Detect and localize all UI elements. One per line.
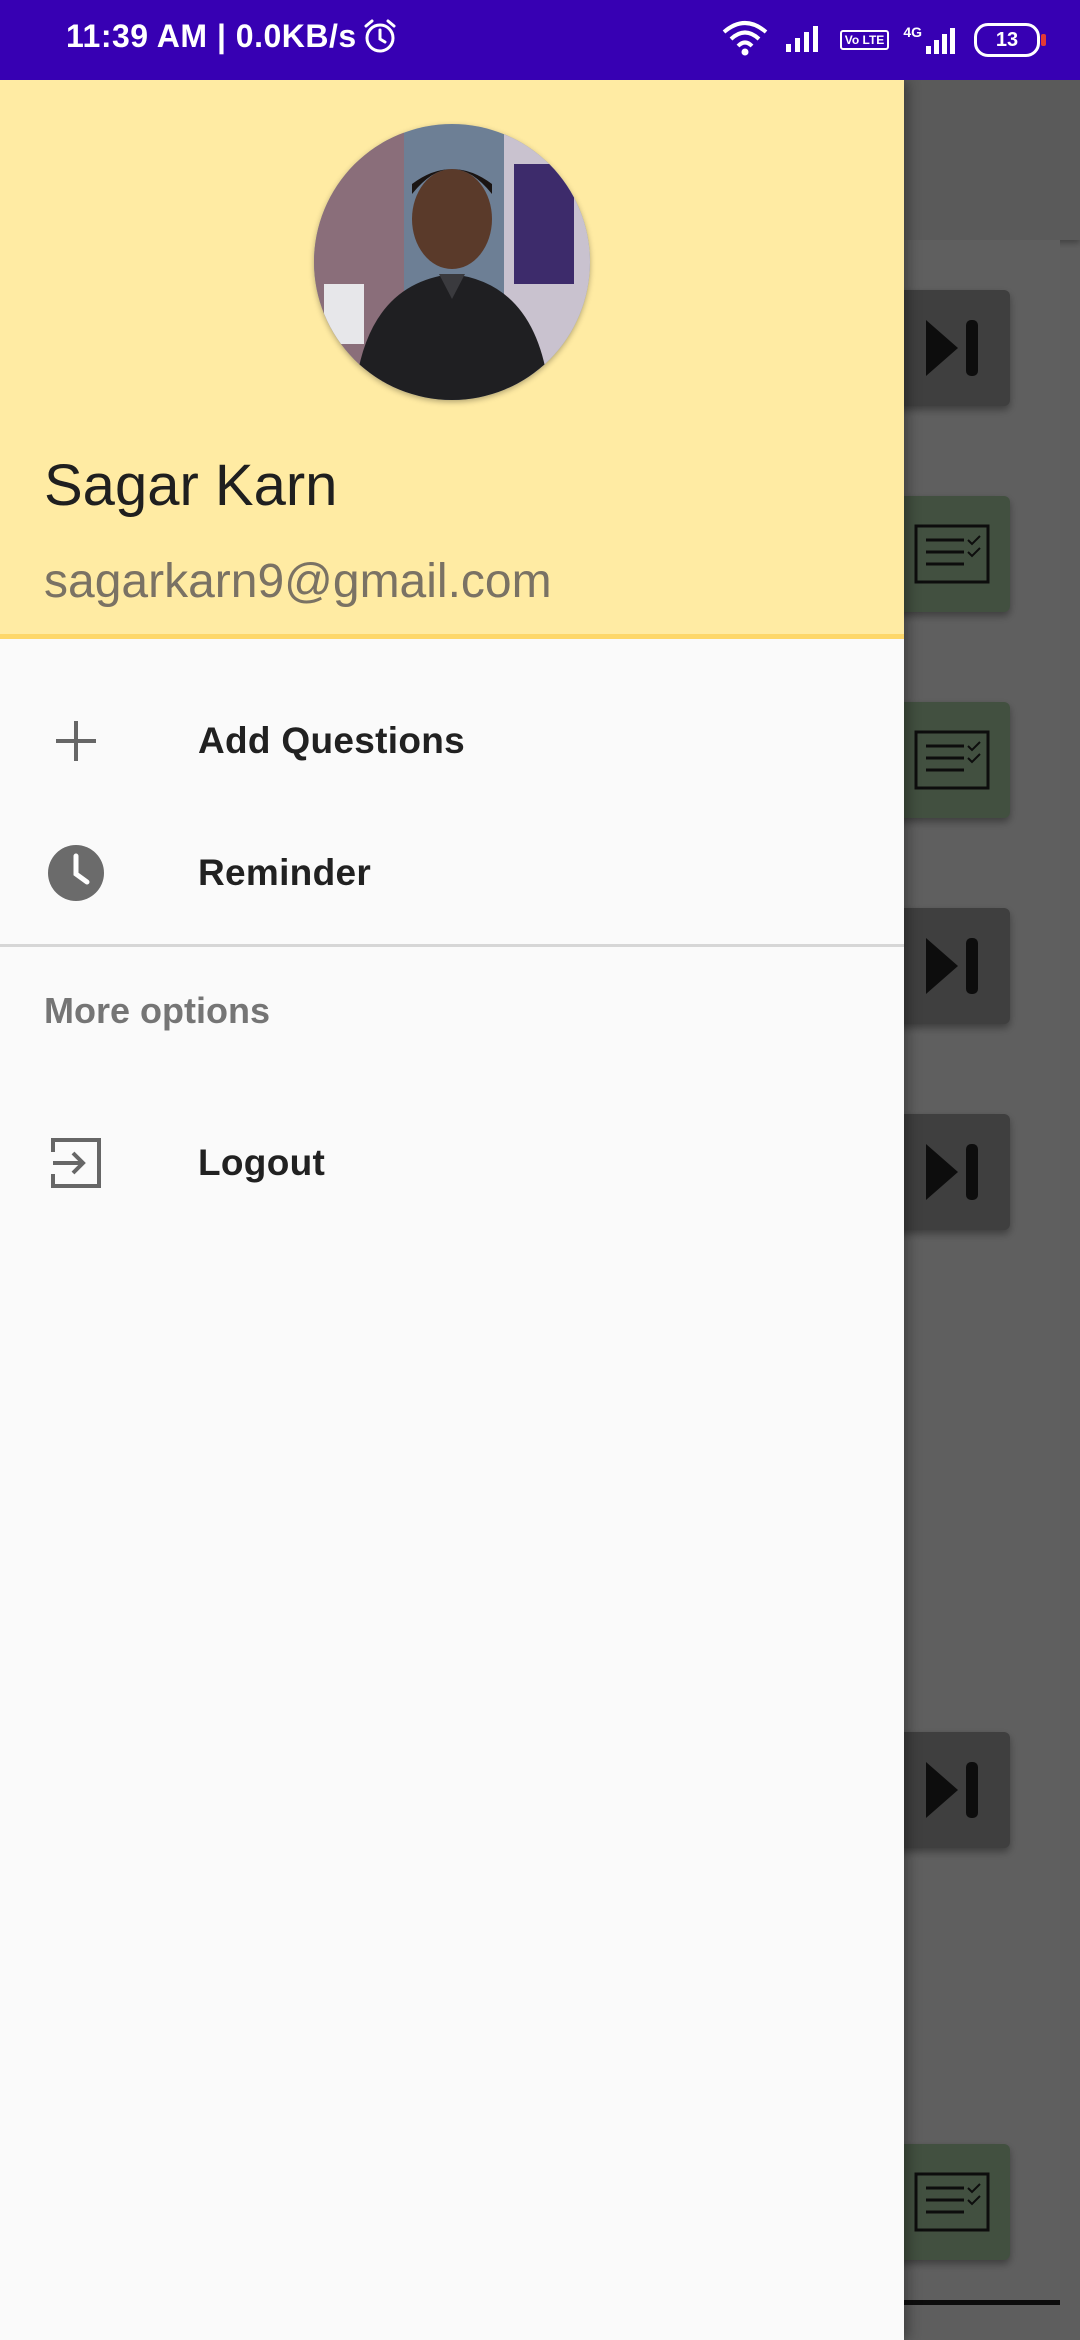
signal-4g-icon: 4G — [903, 24, 960, 56]
menu-item-label: Add Questions — [198, 720, 466, 761]
user-email: sagarkarn9@gmail.com — [44, 555, 552, 608]
navigation-drawer: Sagar Karn sagarkarn9@gmail.com Add Ques… — [0, 80, 904, 2340]
status-bar: 11:39 AM | 0.0KB/s Vo LTE 4G 13 — [0, 0, 1080, 80]
menu-item-label: Logout — [198, 1142, 326, 1183]
divider — [0, 944, 904, 947]
menu-item-add-questions[interactable]: Add Questions — [0, 676, 904, 806]
user-name: Sagar Karn — [44, 453, 338, 518]
plus-icon — [44, 709, 108, 773]
menu-item-reminder[interactable]: Reminder — [0, 808, 904, 938]
logout-icon — [44, 1131, 108, 1195]
status-time: 11:39 AM | 0.0KB/s — [66, 18, 357, 54]
signal-icon — [784, 22, 826, 59]
alarm-icon — [360, 16, 400, 61]
section-title-more-options: More options — [44, 990, 270, 1031]
network-type: 4G — [903, 24, 922, 40]
status-icons: Vo LTE 4G 13 — [720, 14, 1046, 66]
menu-item-logout[interactable]: Logout — [0, 1098, 904, 1228]
drawer-header: Sagar Karn sagarkarn9@gmail.com — [0, 80, 904, 639]
wifi-icon — [720, 20, 770, 61]
clock-icon — [44, 841, 108, 905]
menu-item-label: Reminder — [198, 852, 372, 893]
volte-icon: Vo LTE — [839, 30, 890, 50]
battery-icon: 13 — [974, 23, 1046, 57]
avatar[interactable] — [314, 124, 590, 400]
